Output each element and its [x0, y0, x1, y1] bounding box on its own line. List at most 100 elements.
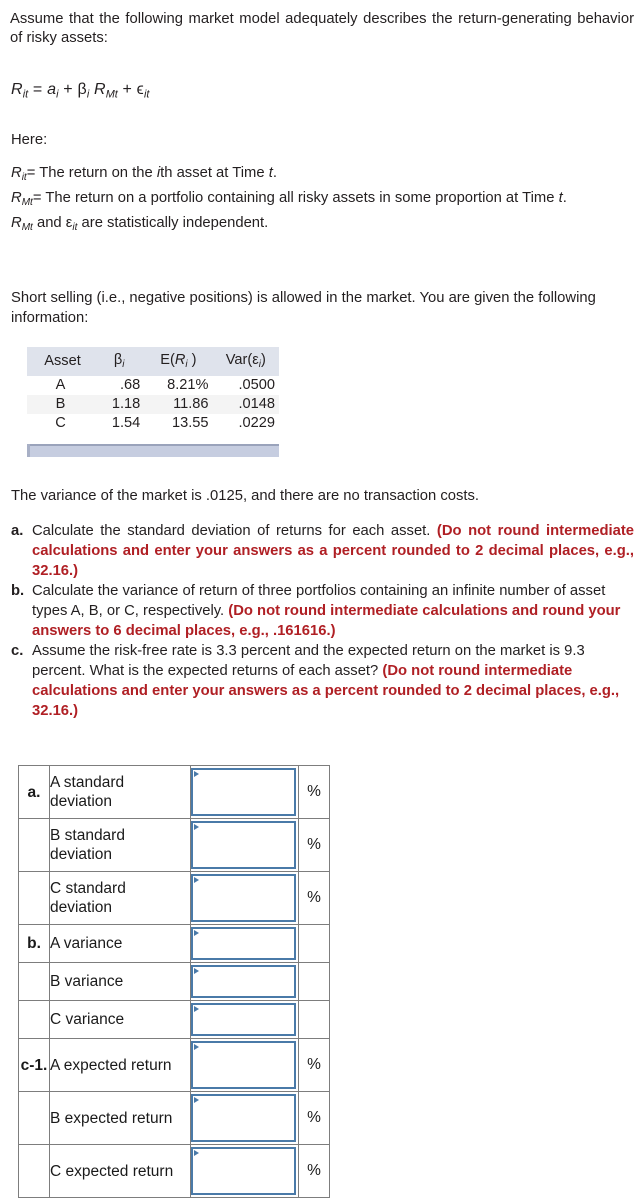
cell-asset: C: [55, 414, 66, 431]
answer-row-name: C expected return: [49, 1144, 191, 1198]
equation-equals: =: [32, 81, 43, 98]
table-row: B expected return %: [18, 1091, 330, 1145]
table-row: A .68 8.21% .0500: [27, 376, 279, 395]
question-c-label: c.: [11, 643, 24, 659]
answer-input-cell[interactable]: [190, 1144, 299, 1198]
question-b: b. Calculate the variance of return of th…: [11, 581, 634, 641]
question-a: a. Calculate the standard deviation of re…: [11, 521, 634, 581]
cell-var: .0229: [238, 414, 275, 431]
header-variance-epsilon: Var(εi): [212, 347, 279, 376]
b-expected-return-input[interactable]: [191, 1094, 296, 1142]
table-row: B standard deviation %: [18, 818, 330, 872]
input-marker-icon: [194, 1097, 199, 1103]
table-row: b. A variance: [18, 924, 330, 963]
questions-list: a. Calculate the standard deviation of re…: [11, 521, 634, 721]
question-b-label: b.: [11, 583, 25, 599]
market-variance-text: The variance of the market is .0125, and…: [11, 488, 480, 504]
answer-row-label: [18, 1000, 50, 1039]
definition-rit: Rit= The return on the ith asset at Time…: [11, 163, 635, 188]
answer-table-wrap: a. A standard deviation % B standard dev…: [18, 765, 330, 1198]
answer-row-name: B standard deviation: [49, 818, 191, 872]
equation-plus-1: +: [63, 81, 73, 98]
input-marker-icon: [194, 1006, 199, 1012]
here-label: Here:: [11, 132, 48, 148]
horizontal-scrollbar[interactable]: [27, 444, 279, 457]
c-standard-deviation-input[interactable]: [191, 874, 296, 922]
definition-rmt-text: = The return on a portfolio containing a…: [32, 190, 567, 207]
cell-beta: 1.18: [94, 394, 145, 414]
answer-input-cell[interactable]: [190, 962, 299, 1001]
symbol-rmt-2: RMt: [11, 215, 33, 234]
answer-unit: [298, 1000, 330, 1039]
definition-rmt: RMt= The return on a portfolio containin…: [11, 188, 635, 213]
definition-rit-post: th asset at Time t.: [160, 165, 277, 181]
input-marker-icon: [194, 1044, 199, 1050]
definitions-block: Rit= The return on the ith asset at Time…: [11, 163, 635, 238]
answer-input-cell[interactable]: [190, 818, 299, 872]
cell-er: 8.21%: [167, 376, 209, 393]
table-row: C expected return %: [18, 1144, 330, 1198]
answer-unit: %: [298, 871, 330, 925]
answer-row-label: [18, 962, 50, 1001]
answer-input-cell[interactable]: [190, 924, 299, 963]
answer-row-label: b.: [18, 924, 50, 963]
scrollbar-left-cap[interactable]: [27, 444, 30, 457]
header-asset: Asset: [27, 347, 94, 376]
definition-independence-text: and εit are statistically independent.: [32, 215, 269, 234]
input-marker-icon: [194, 771, 199, 777]
table-row: C standard deviation %: [18, 871, 330, 925]
answer-unit: %: [298, 1091, 330, 1145]
b-standard-deviation-input[interactable]: [191, 821, 296, 869]
answer-unit: %: [298, 765, 330, 819]
answer-unit: [298, 924, 330, 963]
answer-row-name: A expected return: [49, 1038, 191, 1092]
answer-row-label: [18, 1091, 50, 1145]
input-marker-icon: [194, 824, 199, 830]
answer-input-cell[interactable]: [190, 765, 299, 819]
answer-input-cell[interactable]: [190, 1091, 299, 1145]
answer-row-name: C standard deviation: [49, 871, 191, 925]
table-row: B variance: [18, 962, 330, 1001]
equation-market-return: RMt: [93, 81, 118, 101]
a-standard-deviation-input[interactable]: [191, 768, 296, 816]
input-marker-icon: [194, 968, 199, 974]
answer-input-cell[interactable]: [190, 871, 299, 925]
cell-beta: .68: [120, 376, 141, 393]
equation-lhs: Rit: [11, 81, 29, 101]
header-expected-return: E(Ri ): [144, 347, 213, 376]
answer-input-cell[interactable]: [190, 1000, 299, 1039]
b-variance-input[interactable]: [191, 965, 296, 998]
equation-alpha: ai: [47, 81, 59, 101]
input-marker-icon: [194, 877, 199, 883]
header-beta: βi: [94, 347, 145, 376]
input-marker-icon: [194, 930, 199, 936]
answer-unit: %: [298, 818, 330, 872]
a-variance-input[interactable]: [191, 927, 296, 960]
c-variance-input[interactable]: [191, 1003, 296, 1036]
question-c: c. Assume the risk-free rate is 3.3 perce…: [11, 641, 634, 721]
a-expected-return-input[interactable]: [191, 1041, 296, 1089]
definition-independence: RMt and εit are statistically independen…: [11, 213, 635, 238]
cell-asset: A: [55, 376, 66, 393]
equation-epsilon: ϵit: [136, 81, 150, 101]
table-row: c-1. A expected return %: [18, 1038, 330, 1092]
market-model-equation: Rit = ai + βi RMt + ϵit: [11, 80, 149, 104]
symbol-rit: Rit: [11, 165, 27, 184]
cell-var: .0500: [238, 376, 275, 393]
symbol-rmt: RMt: [11, 190, 33, 209]
table-row: a. A standard deviation %: [18, 765, 330, 819]
answer-unit: %: [298, 1144, 330, 1198]
table-row: B 1.18 11.86 .0148: [27, 394, 279, 414]
answer-table: a. A standard deviation % B standard dev…: [18, 765, 330, 1198]
answer-row-label: a.: [18, 765, 50, 819]
answer-row-label: c-1.: [18, 1038, 50, 1092]
answer-row-name: C variance: [49, 1000, 191, 1039]
cell-asset: B: [27, 394, 94, 414]
definition-rit-pre: = The return on the: [26, 165, 157, 181]
answer-row-label: [18, 1144, 50, 1198]
answer-row-label: [18, 871, 50, 925]
scrollbar-thumb[interactable]: [27, 444, 279, 457]
c-expected-return-input[interactable]: [191, 1147, 296, 1195]
answer-row-name: A standard deviation: [49, 765, 191, 819]
answer-input-cell[interactable]: [190, 1038, 299, 1092]
